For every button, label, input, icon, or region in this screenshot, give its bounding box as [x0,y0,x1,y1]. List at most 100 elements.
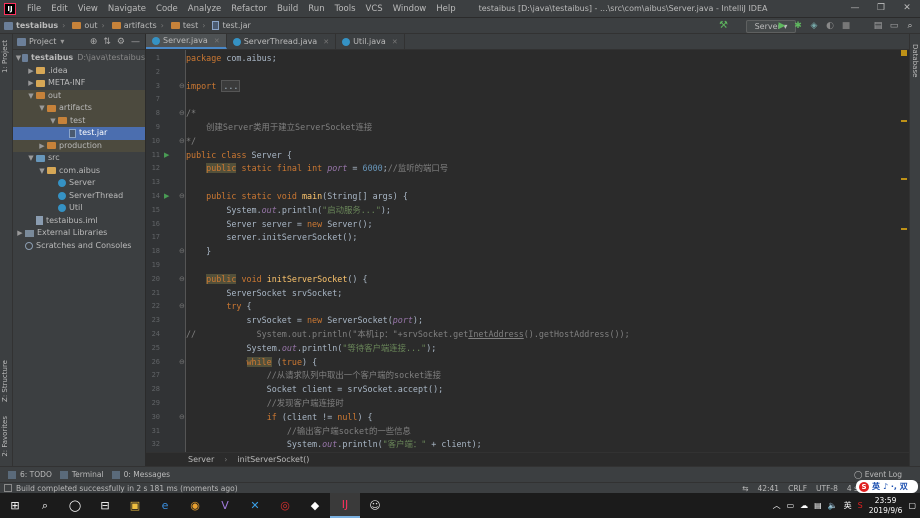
tray-chevron-icon[interactable]: ︿ [773,500,781,511]
breadcrumb-method[interactable]: initServerSocket() [237,455,309,464]
cortana-icon[interactable]: ◯ [60,493,90,518]
menu-view[interactable]: View [73,4,103,14]
code-editor[interactable]: 1 2 3 ⊖ 7 8 ⊖ 9 10 ⊖ 11 ▶ 12 13 14 ▶ ⊖ 15 16 17 18 ⊖ 19 20 ⊖ 21 22… [146,50,909,452]
tree-item[interactable]: Server [13,177,145,190]
ime-language[interactable]: 英 [872,481,880,492]
run-gutter-icon[interactable]: ▶ [164,192,169,200]
close-icon[interactable]: ✕ [323,38,329,46]
task-view-icon[interactable]: ⊟ [90,493,120,518]
chevron-down-icon[interactable]: ▼ [48,115,58,128]
database-tool-tab[interactable]: Database [911,44,919,77]
fold-icon[interactable]: ⊖ [179,302,185,310]
menu-build[interactable]: Build [272,4,303,14]
editor-scrollbar[interactable] [899,50,909,452]
profile-icon[interactable]: ◐ [824,20,836,32]
vscode-icon[interactable]: ✕ [240,493,270,518]
chevron-down-icon[interactable]: ▼ [37,102,47,115]
tree-item[interactable]: test.jar [13,127,145,140]
status-message[interactable]: Build completed successfully in 2 s 181 … [16,484,238,493]
run-icon[interactable]: ▶ [776,20,788,32]
tab-serverthread-java[interactable]: ServerThread.java ✕ [227,34,337,49]
menu-refactor[interactable]: Refactor [226,4,272,14]
locate-icon[interactable]: ⊕ [90,37,98,47]
qq-icon[interactable]: ◆ [300,493,330,518]
debug-icon[interactable]: ✱ [792,20,804,32]
fold-icon[interactable]: ⊖ [179,109,185,117]
close-icon[interactable]: ✕ [392,38,398,46]
breadcrumb-test-jar[interactable]: test.jar [212,21,251,30]
menu-navigate[interactable]: Navigate [103,4,151,14]
search-icon[interactable]: ⌕ [30,493,60,518]
project-view-select[interactable]: Project [29,37,56,46]
collapse-all-icon[interactable]: ⇅ [103,37,111,47]
chevron-down-icon[interactable]: ▼ [26,152,36,165]
input-language[interactable]: 英 [844,500,852,511]
tree-item[interactable]: ▶ External Libraries [13,227,145,240]
fold-icon[interactable]: ⊖ [179,137,185,145]
chevron-right-icon[interactable]: ▶ [26,65,36,78]
menu-analyze[interactable]: Analyze [183,4,227,14]
close-icon[interactable]: ✕ [214,37,220,45]
breadcrumb-artifacts[interactable]: artifacts › [111,21,167,30]
coverage-icon[interactable]: ◈ [808,20,820,32]
minimize-button[interactable]: — [842,0,868,17]
messages-tab[interactable]: 0: Messages [111,470,170,479]
chevron-down-icon[interactable]: ▾ [60,37,64,46]
tree-item[interactable]: ▼ test [13,114,145,128]
tree-item[interactable]: ▶ META-INF [13,77,145,90]
editor-gutter[interactable]: 1 2 3 ⊖ 7 8 ⊖ 9 10 ⊖ 11 ▶ 12 13 14 ▶ ⊖ 15 16 17 18 ⊖ 19 20 ⊖ 21 22… [146,50,186,452]
build-hammer-icon[interactable]: ⚒ [719,20,728,31]
fold-icon[interactable]: ⊖ [179,275,185,283]
project-structure-icon[interactable]: ▤ [872,20,884,32]
chevron-down-icon[interactable]: ▼ [15,52,22,65]
scroll-marker[interactable] [901,178,907,180]
tool-windows-icon[interactable] [4,484,12,492]
onedrive-icon[interactable]: ☁ [800,501,808,510]
stop-icon[interactable]: ■ [840,20,852,32]
chevron-right-icon[interactable]: ▶ [15,227,25,240]
fold-icon[interactable]: ⊖ [179,82,185,90]
breadcrumb-class[interactable]: Server [188,455,214,464]
run-gutter-icon[interactable]: ▶ [164,151,169,159]
tab-util-java[interactable]: Util.java ✕ [336,34,405,49]
volume-icon[interactable]: 🔈 [828,501,838,510]
layout-icon[interactable]: ▭ [888,20,900,32]
event-log-tab[interactable]: ◯ Event Log [854,470,902,479]
fold-icon[interactable]: ⊖ [179,192,185,200]
fold-icon[interactable]: ⊖ [179,358,185,366]
tree-item[interactable]: ▼ testaibus D:\java\testaibus [13,52,145,65]
todo-tab[interactable]: 6: TODO [8,470,52,479]
chevron-right-icon[interactable]: ▶ [37,140,47,153]
tree-item[interactable]: ▼ src [13,152,145,165]
fold-icon[interactable]: ⊖ [179,413,185,421]
notifications-icon[interactable]: ▢ [908,501,916,510]
menu-vcs[interactable]: VCS [361,4,388,14]
fold-icon[interactable]: ⊖ [179,247,185,255]
maximize-button[interactable]: ❐ [868,0,894,17]
hide-icon[interactable]: — [131,37,140,47]
tree-item[interactable]: ▼ out [13,89,145,103]
chevron-down-icon[interactable]: ▼ [26,90,36,103]
search-icon[interactable]: ⌕ [904,20,916,32]
tree-item[interactable]: ▼ artifacts [13,102,145,115]
intellij-icon[interactable]: IJ [330,493,360,518]
tree-item[interactable]: ▶ .idea [13,65,145,78]
start-icon[interactable]: ⊞ [0,493,30,518]
ime-options[interactable]: ♪ ·, 双 [883,481,908,492]
tree-item[interactable]: Scratches and Consoles [13,240,145,253]
menu-window[interactable]: Window [388,4,432,14]
menu-help[interactable]: Help [431,4,460,14]
tree-item[interactable]: testaibus.iml [13,215,145,228]
structure-tool-tab[interactable]: Z: Structure [1,360,9,402]
tree-item[interactable]: Util [13,202,145,215]
edge-icon[interactable]: e [150,493,180,518]
menu-file[interactable]: File [22,4,46,14]
chevron-down-icon[interactable]: ▼ [37,165,47,178]
tree-item[interactable]: ▼ com.aibus [13,165,145,178]
scroll-marker[interactable] [901,120,907,122]
menu-run[interactable]: Run [303,4,329,14]
project-tool-tab[interactable]: 1: Project [1,40,9,73]
close-button[interactable]: ✕ [894,0,920,17]
ime-toolbar[interactable]: S 英 ♪ ·, 双 [856,480,918,493]
menu-tools[interactable]: Tools [330,4,361,14]
